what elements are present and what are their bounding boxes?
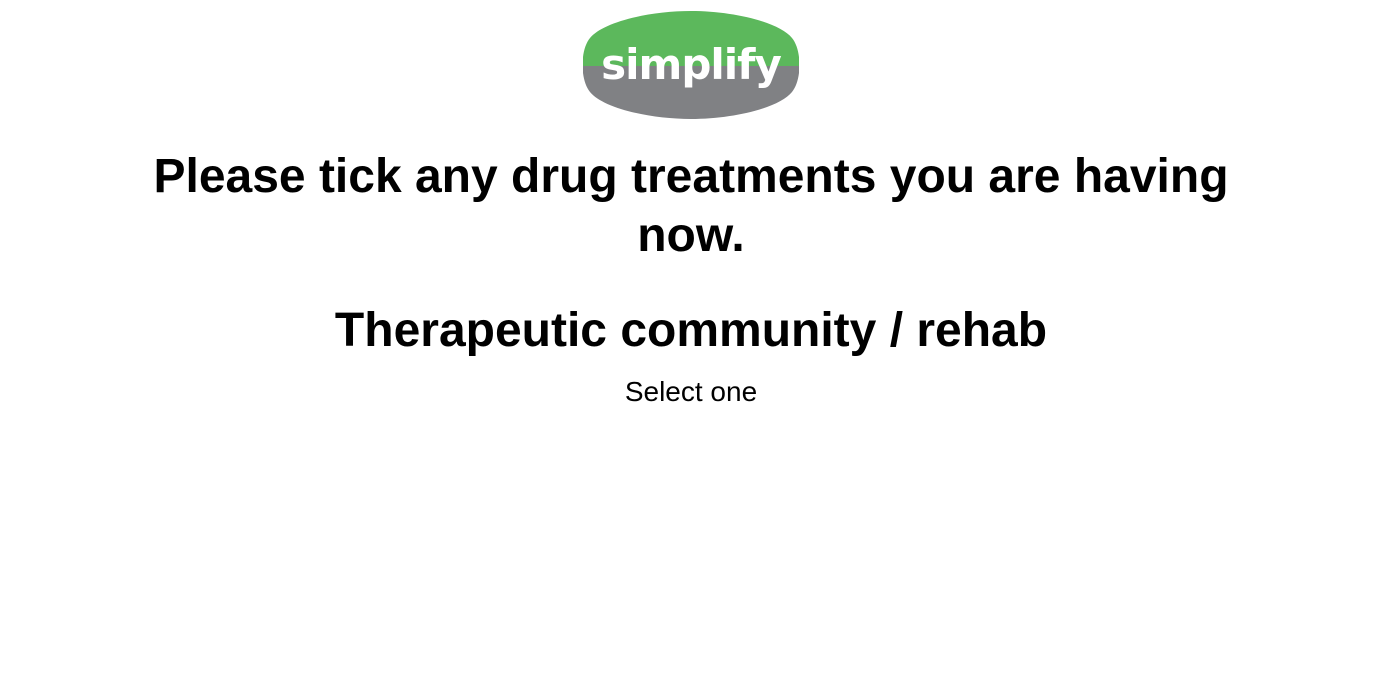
select-instruction: Select one: [624, 376, 758, 407]
question-heading: Please tick any drug treatments you are …: [153, 150, 1229, 262]
logo-text: simplify: [601, 40, 781, 89]
simplify-logo: simplify: [583, 10, 799, 120]
section-title: Therapeutic community / rehab: [334, 304, 1048, 357]
